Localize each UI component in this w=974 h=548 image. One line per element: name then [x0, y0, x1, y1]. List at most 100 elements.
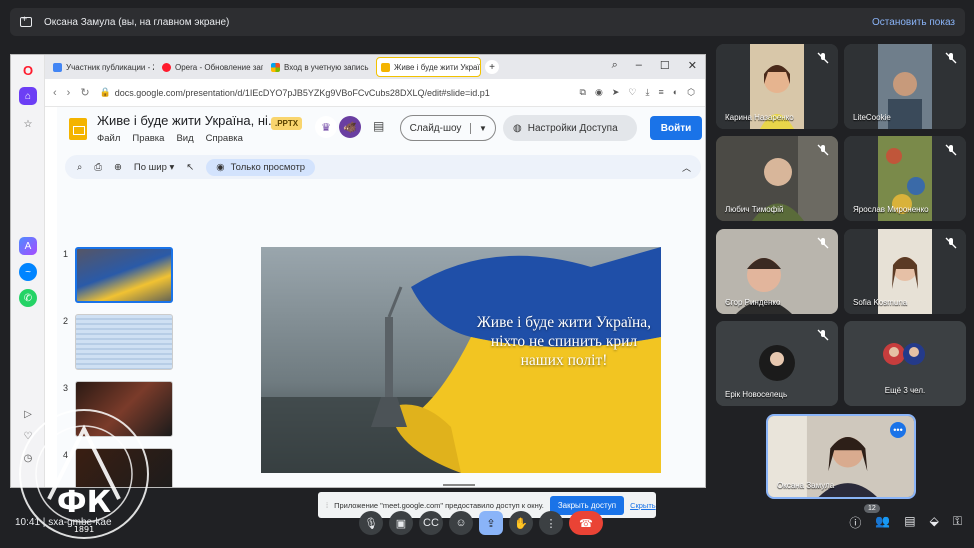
chevron-up-icon[interactable]: ︿ — [682, 161, 691, 174]
aria-icon[interactable]: A — [19, 237, 37, 255]
cursor-icon[interactable]: ↖ — [186, 162, 194, 173]
muted-mic-icon — [817, 236, 829, 249]
leave-call-icon[interactable]: ☎ — [569, 511, 603, 535]
drag-handle-icon[interactable]: ⁞ — [326, 501, 328, 510]
slides-logo-icon[interactable] — [69, 118, 87, 140]
extensions-icon[interactable]: ⬡ — [687, 87, 695, 98]
raise-hand-icon[interactable]: ✋ — [509, 511, 533, 535]
host-controls-icon[interactable]: ⚿ — [953, 514, 962, 531]
tab-opera-update[interactable]: Opera - Обновление зап — [158, 57, 263, 77]
login-button[interactable]: Войти — [650, 116, 702, 140]
search-icon[interactable]: ⌕ — [77, 162, 82, 173]
menu-bar: Файл Правка Вид Справка — [97, 133, 243, 144]
more-options-icon[interactable]: ••• — [890, 422, 906, 438]
send-icon[interactable]: ➤ — [612, 87, 620, 98]
tab-label: Живе і буде жити Украї — [394, 62, 480, 72]
more-participants-tile[interactable]: Ещё 3 чел. — [844, 321, 966, 406]
participant-tile[interactable]: Sofia Kosmuna — [844, 229, 966, 314]
presenting-label: Оксана Замула (вы, на главном экране) — [44, 16, 230, 28]
call-controls: 🎙 ▣ CC ☺ ⇪ ✋ ⋮ ☎ — [359, 511, 603, 535]
slideshow-button[interactable]: Слайд-шоу ▼ — [400, 115, 496, 141]
profile-icon[interactable]: ◐ — [673, 87, 678, 98]
emoji-icon[interactable]: ☺ — [449, 511, 473, 535]
print-icon[interactable]: ⎙ — [94, 162, 102, 173]
tab-participant[interactable]: Участник публикации - 2 — [49, 57, 154, 77]
new-tab-button[interactable]: + — [485, 60, 499, 74]
zoom-select[interactable]: По шир ▾ — [134, 162, 174, 173]
messenger-icon[interactable]: ~ — [19, 263, 37, 281]
presentation-title[interactable]: Живе і буде жити Україна, ні... — [97, 113, 279, 128]
window-controls: ⌕ – ☐ ✕ — [612, 59, 697, 72]
resize-handle[interactable] — [443, 484, 475, 486]
participant-tile[interactable]: LiteCookie — [844, 44, 966, 129]
slide-number: 2 — [63, 316, 69, 326]
muted-mic-icon — [817, 328, 829, 341]
search-tabs-icon[interactable]: ⌕ — [612, 59, 618, 72]
tab-login[interactable]: Вход в учетную запись — [267, 57, 372, 77]
captions-icon[interactable]: CC — [419, 511, 443, 535]
participant-tile[interactable]: Ерік Новоселець — [716, 321, 838, 406]
self-view-tile[interactable]: ••• Оксана Замула — [766, 414, 916, 499]
stop-presenting-button[interactable]: Остановить показ — [872, 17, 955, 28]
hide-notification-link[interactable]: Скрыть — [630, 501, 656, 510]
menu-icon[interactable]: ≡ — [658, 87, 663, 98]
participant-name: LiteCookie — [853, 113, 891, 122]
minimize-icon[interactable]: – — [636, 59, 642, 72]
file-type-badge: .PPTX — [271, 117, 303, 130]
address-tools: ⧉ ◉ ➤ ♡ ⤓ ≡ ◐ ⬡ — [580, 87, 695, 98]
more-options-icon[interactable]: ⋮ — [539, 511, 563, 535]
tab-favicon — [162, 62, 171, 72]
animal-avatar[interactable]: 🐗 — [339, 116, 361, 138]
meeting-code[interactable]: sxa-gmbe-kae — [48, 517, 111, 528]
crown-avatar[interactable]: ♛ — [315, 116, 337, 138]
mic-icon[interactable]: 🎙 — [359, 511, 383, 535]
slide-thumbnail-1[interactable] — [75, 247, 173, 303]
side-controls: ⓘ 👥 ▤ ⬙ ⚿ — [849, 514, 962, 531]
participant-tile[interactable]: Карина Назаренко — [716, 44, 838, 129]
address-bar: ‹ › ↻ 🔒 docs.google.com/presentation/d/1… — [45, 79, 705, 107]
forward-icon[interactable]: › — [67, 87, 71, 99]
muted-mic-icon — [817, 143, 829, 156]
muted-mic-icon — [945, 51, 957, 64]
menu-edit[interactable]: Правка — [132, 133, 164, 144]
zoom-icon[interactable]: ⊕ — [114, 162, 122, 173]
chevron-down-icon[interactable]: ▼ — [471, 124, 495, 133]
home-icon[interactable]: ⌂ — [19, 87, 37, 105]
participant-tile[interactable]: Любич Тимофій — [716, 136, 838, 221]
camera-icon[interactable]: ▣ — [389, 511, 413, 535]
info-icon[interactable]: ⓘ — [849, 514, 861, 531]
activities-icon[interactable]: ⬙ — [930, 514, 939, 531]
google-slides-app: Живе і буде жити Україна, ні... Файл Пра… — [57, 107, 705, 487]
whatsapp-icon[interactable]: ✆ — [19, 289, 37, 307]
participant-tile[interactable]: Ярослав Мироненко — [844, 136, 966, 221]
slide-canvas[interactable]: Живе і буде жити Україна, ніхто не спини… — [261, 247, 661, 473]
open-in-icon[interactable]: ⧉ — [580, 87, 586, 98]
menu-file[interactable]: Файл — [97, 133, 120, 144]
share-settings-label: Настройки Доступа — [527, 122, 618, 134]
back-icon[interactable]: ‹ — [53, 87, 57, 99]
tab-bar: Участник публикации - 2 Opera - Обновлен… — [45, 55, 705, 79]
chat-icon[interactable]: ▤ — [904, 514, 915, 531]
download-icon[interactable]: ⤓ — [645, 87, 649, 98]
participant-name: Любич Тимофій — [725, 205, 784, 214]
opera-logo-icon[interactable]: O — [19, 61, 37, 79]
slide-thumbnail-2[interactable] — [75, 314, 173, 370]
menu-help[interactable]: Справка — [206, 133, 243, 144]
share-settings-button[interactable]: ◍ Настройки Доступа — [503, 115, 637, 141]
tab-presentation[interactable]: Живе і буде жити Украї — [376, 57, 481, 77]
view-only-button[interactable]: ◉ Только просмотр — [206, 158, 316, 176]
maximize-icon[interactable]: ☐ — [660, 59, 670, 72]
present-screen-icon — [20, 14, 32, 27]
present-now-icon[interactable]: ⇪ — [479, 511, 503, 535]
url-field[interactable]: docs.google.com/presentation/d/1IEcDYO7p… — [115, 88, 490, 98]
slides-favicon — [381, 62, 390, 72]
participant-tile[interactable]: Єгор Ринденко — [716, 229, 838, 314]
heart-icon[interactable]: ♡ — [628, 87, 636, 98]
reload-icon[interactable]: ↻ — [80, 86, 89, 99]
menu-view[interactable]: Вид — [176, 133, 193, 144]
star-icon[interactable]: ☆ — [19, 115, 37, 133]
comments-icon[interactable]: ▤ — [373, 119, 384, 133]
people-icon[interactable]: 👥 — [875, 514, 890, 531]
close-icon[interactable]: ✕ — [688, 59, 697, 72]
camera-icon[interactable]: ◉ — [595, 87, 603, 98]
